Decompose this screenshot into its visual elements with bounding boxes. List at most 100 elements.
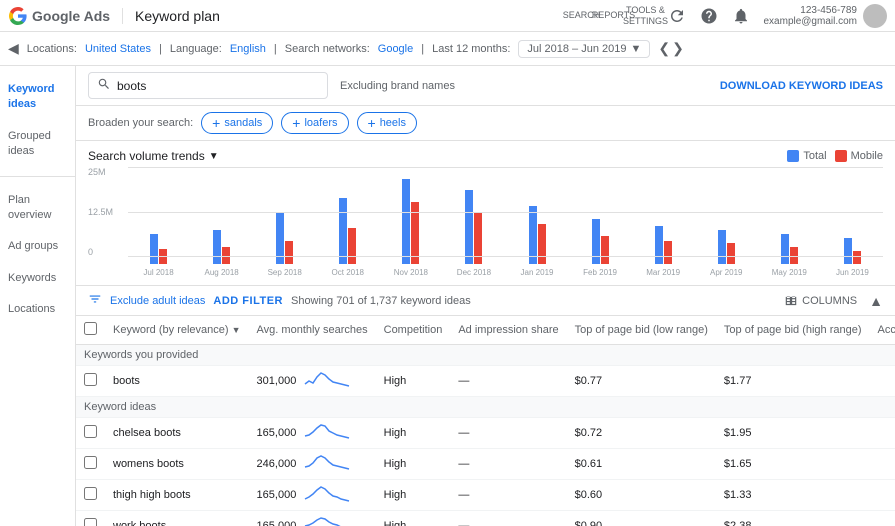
bar-total — [592, 219, 600, 264]
locations-value[interactable]: United States — [85, 43, 151, 55]
th-keyword-label: Keyword (by relevance) — [113, 324, 229, 336]
reports-icon[interactable]: REPORTS — [603, 6, 623, 26]
th-bid-high[interactable]: Top of page bid (high range) — [716, 316, 870, 345]
bar-mobile — [348, 228, 356, 264]
table-row: womens boots 246,000 High — $0.61 $1.65 — [76, 449, 895, 480]
th-keyword[interactable]: Keyword (by relevance) ▼ — [105, 316, 249, 345]
date-prev-icon[interactable]: ❮ — [658, 40, 670, 57]
network-label: Search networks: — [285, 43, 370, 55]
search-icon-small — [97, 77, 111, 94]
select-all-checkbox[interactable] — [84, 322, 97, 335]
row-checkbox[interactable] — [84, 518, 97, 526]
bars — [402, 179, 419, 264]
bar-total — [402, 179, 410, 264]
month-label: Jun 2019 — [836, 268, 869, 277]
chip-label-loafers: loafers — [304, 117, 337, 129]
th-bid-low[interactable]: Top of page bid (low range) — [567, 316, 716, 345]
chevron-down-icon: ▼ — [630, 43, 641, 55]
date-range-selector[interactable]: Jul 2018 – Jun 2019 ▼ — [518, 40, 650, 58]
collapse-chart-button[interactable]: ▲ — [869, 293, 883, 309]
keyword-search-input[interactable] — [117, 79, 297, 93]
excluding-label: Excluding brand names — [340, 80, 455, 92]
chart-month-group: Apr 2019 — [696, 179, 757, 277]
add-filter-button[interactable]: ADD FILTER — [213, 295, 283, 307]
th-ad-impression[interactable]: Ad impression share — [450, 316, 566, 345]
row-checkbox[interactable] — [84, 456, 97, 469]
sparkline-chart — [303, 424, 351, 442]
th-account-status[interactable]: Account status — [870, 316, 895, 345]
month-label: Nov 2018 — [394, 268, 428, 277]
network-value[interactable]: Google — [378, 43, 413, 55]
row-bid-high: $2.38 — [716, 511, 870, 526]
th-avg-monthly[interactable]: Avg. monthly searches — [249, 316, 376, 345]
chart-month-group: Jul 2018 — [128, 179, 189, 277]
language-label: Language: — [170, 43, 222, 55]
sidebar-item-ad-groups[interactable]: Ad groups — [0, 231, 75, 262]
tools-settings-icon[interactable]: TOOLS & SETTINGS — [635, 6, 655, 26]
broaden-chip-sandals[interactable]: + sandals — [201, 112, 273, 134]
filter-funnel-icon — [88, 292, 102, 309]
date-next-icon[interactable]: ❯ — [672, 40, 684, 57]
row-checkbox[interactable] — [84, 487, 97, 500]
notifications-icon[interactable] — [731, 6, 751, 26]
plus-icon: + — [292, 115, 300, 131]
download-keyword-ideas-link[interactable]: DOWNLOAD KEYWORD IDEAS — [720, 80, 883, 92]
row-bid-high: $1.65 — [716, 449, 870, 480]
search-icon[interactable]: SEARCH — [571, 6, 591, 26]
sidebar-item-keywords[interactable]: Keywords — [0, 263, 75, 294]
legend-dot-total — [787, 150, 799, 162]
legend-total: Total — [787, 150, 826, 162]
row-bid-low: $0.61 — [567, 449, 716, 480]
chip-label-sandals: sandals — [224, 117, 262, 129]
chart-month-group: Oct 2018 — [317, 179, 378, 277]
nav-back-arrow[interactable]: ◀ — [8, 40, 19, 57]
bar-mobile — [790, 247, 798, 264]
columns-label: COLUMNS — [802, 295, 857, 307]
bars — [529, 179, 546, 264]
plus-icon: + — [212, 115, 220, 131]
chart-section: Search volume trends ▼ Total Mobile — [76, 141, 895, 286]
broaden-chip-heels[interactable]: + heels — [357, 112, 417, 134]
row-imp-share: — — [450, 449, 566, 480]
top-bar-left: Google Ads Keyword plan — [8, 6, 220, 26]
chart-month-group: Feb 2019 — [570, 179, 631, 277]
table-header-row: Keyword (by relevance) ▼ Avg. monthly se… — [76, 316, 895, 345]
table-row: thigh high boots 165,000 High — $0.60 $1… — [76, 480, 895, 511]
legend-dot-mobile — [835, 150, 847, 162]
refresh-icon[interactable] — [667, 6, 687, 26]
date-navigation: ❮ ❯ — [658, 40, 683, 57]
legend-label-total: Total — [803, 150, 826, 162]
sidebar-item-locations[interactable]: Locations — [0, 294, 75, 325]
chart-title[interactable]: Search volume trends ▼ — [88, 149, 219, 163]
bar-mobile — [474, 213, 482, 264]
top-navigation-bar: Google Ads Keyword plan SEARCH REPORTS T… — [0, 0, 895, 32]
sparkline-chart — [303, 372, 351, 390]
row-checkbox-cell — [76, 449, 105, 480]
second-navigation-bar: ◀ Locations: United States | Language: E… — [0, 32, 895, 66]
legend-label-mobile: Mobile — [851, 150, 883, 162]
bar-total — [844, 238, 852, 264]
language-value[interactable]: English — [230, 43, 266, 55]
columns-button[interactable]: COLUMNS — [784, 294, 857, 308]
row-account-status — [870, 449, 895, 480]
sidebar-item-plan-overview[interactable]: Plan overview — [0, 185, 75, 232]
exclude-adult-ideas-link[interactable]: Exclude adult ideas — [110, 295, 205, 307]
row-checkbox[interactable] — [84, 373, 97, 386]
user-account: 123-456-789example@gmail.com — [763, 5, 857, 27]
row-account-status — [870, 366, 895, 397]
table-row: work boots 165,000 High — $0.90 $2.38 — [76, 511, 895, 526]
bar-total — [655, 226, 663, 264]
chart-legend: Total Mobile — [787, 150, 883, 162]
broaden-chip-loafers[interactable]: + loafers — [281, 112, 348, 134]
row-keyword: thigh high boots — [105, 480, 249, 511]
th-select-all[interactable] — [76, 316, 105, 345]
sidebar-item-grouped-ideas[interactable]: Grouped ideas — [0, 121, 75, 168]
help-icon[interactable] — [699, 6, 719, 26]
row-keyword: boots — [105, 366, 249, 397]
table-row: chelsea boots 165,000 High — $0.72 $1.95 — [76, 418, 895, 449]
sidebar-item-keyword-ideas[interactable]: Keyword ideas — [0, 74, 75, 121]
date-label: Last 12 months: — [432, 43, 510, 55]
th-competition[interactable]: Competition — [376, 316, 451, 345]
row-checkbox[interactable] — [84, 425, 97, 438]
month-label: Dec 2018 — [457, 268, 491, 277]
